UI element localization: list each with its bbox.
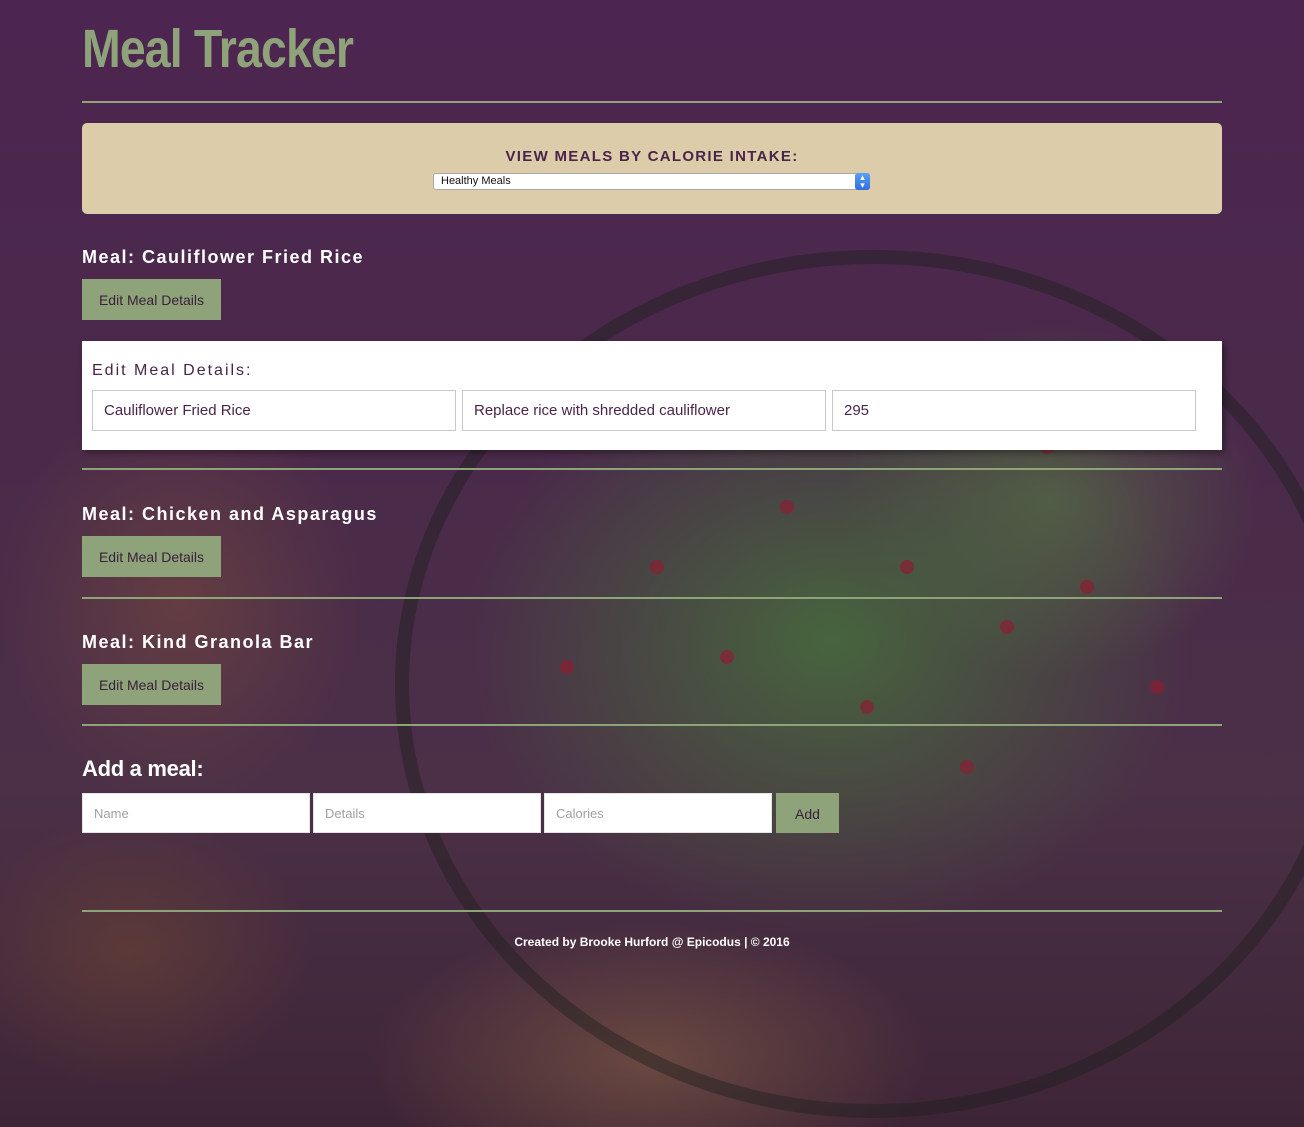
calorie-filter-select[interactable]: Healthy Meals ▴ ▾: [433, 173, 870, 190]
edit-meal-button[interactable]: Edit Meal Details: [82, 536, 221, 577]
divider: [82, 468, 1222, 470]
edit-meal-heading: Edit Meal Details:: [92, 362, 253, 379]
meal-name: Meal: Kind Granola Bar: [82, 632, 315, 652]
add-details-input[interactable]: [313, 793, 541, 833]
add-meal-heading: Add a meal:: [82, 756, 204, 781]
select-updown-icon: ▴ ▾: [855, 173, 870, 190]
add-meal-button[interactable]: Add: [776, 793, 839, 833]
edit-meal-button[interactable]: Edit Meal Details: [82, 664, 221, 705]
select-value: Healthy Meals: [441, 175, 511, 187]
divider: [82, 597, 1222, 599]
page-title: Meal Tracker: [82, 19, 354, 79]
meal-name: Meal: Chicken and Asparagus: [82, 504, 378, 524]
edit-calories-field[interactable]: 295: [832, 390, 1196, 431]
filter-label: VIEW MEALS BY CALORIE INTAKE:: [505, 148, 799, 165]
divider: [82, 724, 1222, 726]
edit-meal-panel: Edit Meal Details: Cauliflower Fried Ric…: [82, 341, 1222, 450]
edit-details-field[interactable]: Replace rice with shredded cauliflower: [462, 390, 826, 431]
calorie-filter-panel: VIEW MEALS BY CALORIE INTAKE: Healthy Me…: [82, 123, 1222, 214]
meal-name: Meal: Cauliflower Fried Rice: [82, 247, 365, 267]
add-calories-input[interactable]: [544, 793, 772, 833]
edit-meal-button[interactable]: Edit Meal Details: [82, 279, 221, 320]
divider: [82, 910, 1222, 912]
add-name-input[interactable]: [82, 793, 310, 833]
footer-credit: Created by Brooke Hurford @ Epicodus | ©…: [514, 935, 790, 949]
edit-name-field[interactable]: Cauliflower Fried Rice: [92, 390, 456, 431]
divider: [82, 101, 1222, 103]
